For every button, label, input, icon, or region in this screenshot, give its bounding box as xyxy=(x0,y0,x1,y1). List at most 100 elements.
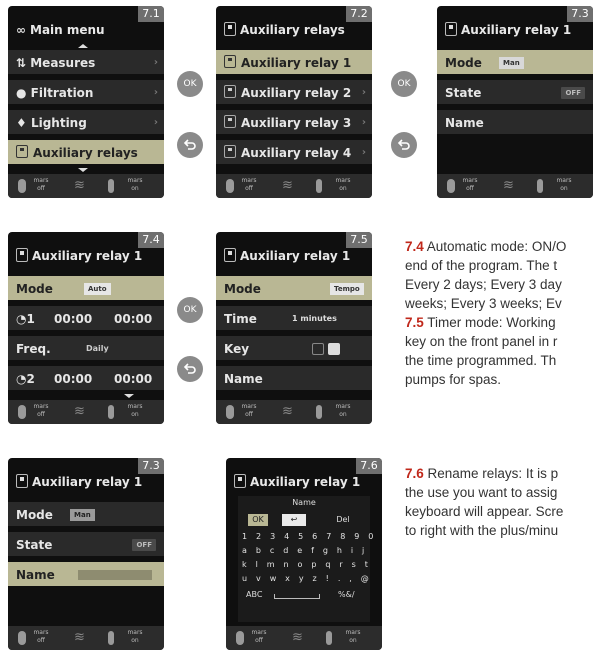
desc-line: 7.6 Rename relays: It is p xyxy=(405,466,559,481)
keyboard-row-a-j[interactable]: a b c d e f g h i j xyxy=(242,546,366,555)
ok-button[interactable]: OK xyxy=(177,71,203,97)
light-icon xyxy=(108,405,114,419)
scroll-down-icon[interactable] xyxy=(78,168,88,172)
key-off-icon[interactable] xyxy=(312,343,324,355)
mode-value: Man xyxy=(499,57,524,69)
menu-icon: ∞ xyxy=(16,23,26,37)
footer-right-top: mars xyxy=(335,177,351,184)
program-1-end[interactable]: 00:00 xyxy=(114,306,152,332)
light-icon xyxy=(316,405,322,419)
status-footer: mars off ≋ mars on xyxy=(8,400,164,424)
mode-value: Man xyxy=(70,509,95,521)
desc-line: to right with the plus/minu xyxy=(405,523,559,538)
program-2-end[interactable]: 00:00 xyxy=(114,366,152,392)
scroll-down-icon[interactable] xyxy=(124,394,134,398)
key-row[interactable]: Key xyxy=(216,336,372,362)
wave-icon: ≋ xyxy=(74,630,85,645)
state-row[interactable]: State OFF xyxy=(8,532,164,558)
time-row[interactable]: Time 1 minutes xyxy=(216,306,372,332)
menu-item-auxiliary-relays[interactable]: Auxiliary relays xyxy=(8,140,164,166)
mode-value: Auto xyxy=(84,283,111,295)
pump-icon xyxy=(18,405,26,419)
mode-row[interactable]: Mode Man xyxy=(437,50,593,76)
desc-line: Every 2 days; Every 3 day xyxy=(405,277,562,292)
name-field[interactable] xyxy=(78,570,152,580)
relay-icon xyxy=(224,115,236,128)
footer-right-bottom: on xyxy=(131,637,139,644)
clock-icon: ◔ xyxy=(16,372,27,386)
relay-item-2[interactable]: Auxiliary relay 2 › xyxy=(216,80,372,106)
relay-icon xyxy=(234,474,246,488)
desc-line: the use you want to assig xyxy=(405,485,558,500)
footer-left-top: mars xyxy=(462,177,478,184)
state-value: OFF xyxy=(561,87,585,99)
name-row[interactable]: Name xyxy=(437,110,593,136)
pump-icon xyxy=(226,405,234,419)
footer-left-bottom: off xyxy=(37,637,45,644)
screen-title: Auxiliary relay 1 xyxy=(8,471,164,493)
space-key[interactable] xyxy=(274,594,320,599)
name-row[interactable]: Name xyxy=(8,562,164,588)
back-arrow-icon xyxy=(183,363,196,374)
keyboard-row-digits[interactable]: 1 2 3 4 5 6 7 8 9 0 xyxy=(242,532,373,541)
footer-left-bottom: off xyxy=(255,637,263,644)
screen-title: Auxiliary relay 1 xyxy=(437,19,593,41)
mode-row[interactable]: Mode Auto xyxy=(8,276,164,302)
wave-icon: ≋ xyxy=(282,404,293,419)
program-2-row[interactable]: ◔2 00:00 00:00 xyxy=(8,366,164,392)
description-7-6: 7.6 Rename relays: It is p the use you w… xyxy=(405,464,601,540)
keyboard-row-k-t[interactable]: k l m n o p q r s t xyxy=(242,560,368,569)
menu-item-measures[interactable]: ⇅ Measures › xyxy=(8,50,164,76)
status-footer: mars off ≋ mars on xyxy=(8,626,164,650)
keyboard-row-u-at[interactable]: u v w x y z ! . , @ xyxy=(242,574,369,583)
screen-7-6: 7.6 Auxiliary relay 1 Name OK ↩ Del 1 2 … xyxy=(226,458,382,650)
key-on-icon[interactable] xyxy=(328,343,340,355)
menu-item-filtration[interactable]: ● Filtration › xyxy=(8,80,164,106)
pump-icon xyxy=(226,179,234,193)
back-button[interactable] xyxy=(177,132,203,158)
wave-icon: ≋ xyxy=(74,404,85,419)
mode-row[interactable]: Mode Tempo xyxy=(216,276,372,302)
screen-7-1: 7.1 ∞ Main menu ⇅ Measures › ● Filtration ›… xyxy=(8,6,164,198)
light-icon xyxy=(108,631,114,645)
relay-icon xyxy=(224,145,236,158)
desc-line: 7.5 Timer mode: Working xyxy=(405,315,556,330)
ok-key[interactable]: OK xyxy=(248,514,268,526)
program-1-row[interactable]: ◔1 00:00 00:00 xyxy=(8,306,164,332)
footer-right-bottom: on xyxy=(339,411,347,418)
screen-title: Auxiliary relay 1 xyxy=(226,471,382,493)
relay-icon xyxy=(16,145,28,158)
wave-icon: ≋ xyxy=(503,178,514,193)
description-7-4: 7.4 Automatic mode: ON/O end of the prog… xyxy=(405,237,601,313)
program-2-start[interactable]: 00:00 xyxy=(54,366,92,392)
symbols-key[interactable]: %&/ xyxy=(338,590,355,599)
frequency-row[interactable]: Freq. Daily xyxy=(8,336,164,362)
back-key[interactable]: ↩ xyxy=(282,514,306,526)
light-icon xyxy=(537,179,543,193)
chevron-right-icon: › xyxy=(361,87,366,98)
footer-left-bottom: off xyxy=(37,185,45,192)
relay-item-3[interactable]: Auxiliary relay 3 › xyxy=(216,110,372,136)
back-button[interactable] xyxy=(177,356,203,382)
mode-row[interactable]: Mode Man xyxy=(8,502,164,528)
back-arrow-icon xyxy=(183,139,196,150)
relay-icon xyxy=(16,474,28,488)
ok-button[interactable]: OK xyxy=(177,297,203,323)
delete-key[interactable]: Del xyxy=(330,514,356,526)
menu-item-lighting[interactable]: ♦ Lighting › xyxy=(8,110,164,136)
back-button[interactable] xyxy=(391,132,417,158)
filtration-icon: ● xyxy=(16,86,31,100)
ok-button[interactable]: OK xyxy=(391,71,417,97)
scroll-up-icon[interactable] xyxy=(78,44,88,48)
relay-item-4[interactable]: Auxiliary relay 4 › xyxy=(216,140,372,166)
state-row[interactable]: State OFF xyxy=(437,80,593,106)
relay-item-1[interactable]: Auxiliary relay 1 xyxy=(216,50,372,76)
keyboard: Name OK ↩ Del 1 2 3 4 5 6 7 8 9 0 a b c … xyxy=(238,496,373,622)
screen-title: Auxiliary relay 1 xyxy=(216,245,372,267)
name-row[interactable]: Name xyxy=(216,366,372,392)
screen-7-4: 7.4 Auxiliary relay 1 Mode Auto ◔1 00:00 00… xyxy=(8,232,164,424)
relay-icon xyxy=(224,55,236,68)
light-icon xyxy=(108,179,114,193)
program-1-start[interactable]: 00:00 xyxy=(54,306,92,332)
abc-key[interactable]: ABC xyxy=(246,590,262,599)
